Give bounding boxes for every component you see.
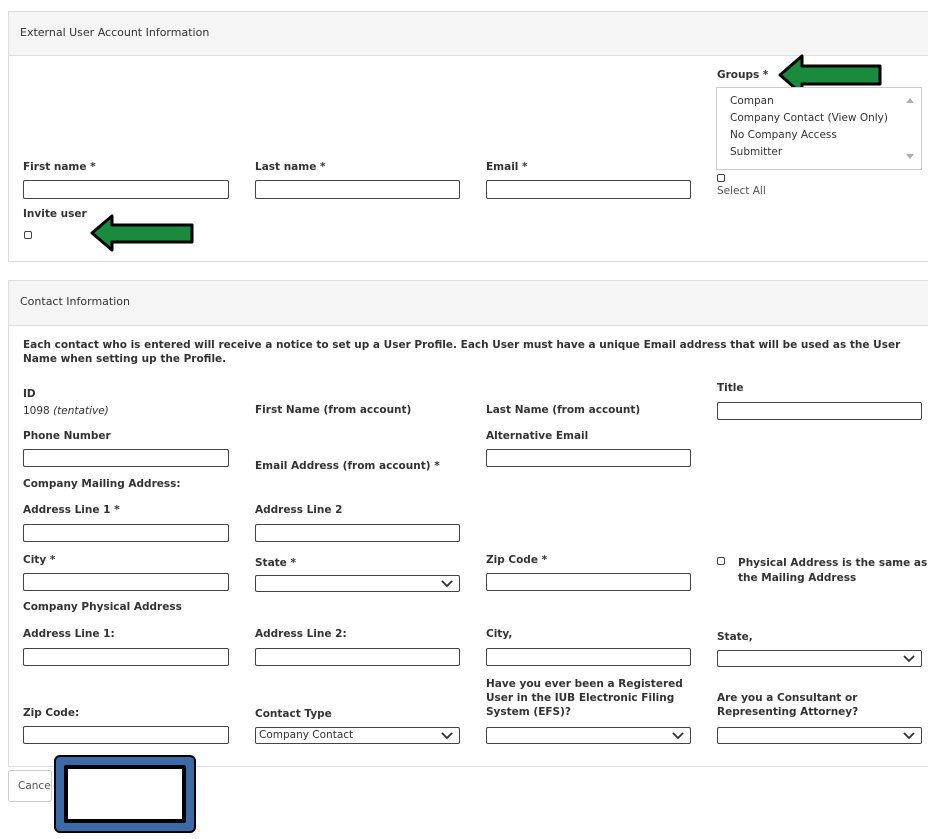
mail-address-line2-label: Address Line 2 bbox=[255, 504, 343, 516]
alt-email-label: Alternative Email bbox=[486, 430, 589, 442]
mail-address-line2-input[interactable] bbox=[255, 524, 460, 542]
zip-input[interactable] bbox=[486, 573, 691, 591]
mail-address-line1-label: Address Line 1 * bbox=[23, 504, 120, 516]
contact-type-label: Contact Type bbox=[255, 708, 332, 720]
contact-panel-title: Contact Information bbox=[20, 295, 130, 308]
mail-address-line1-input[interactable] bbox=[23, 524, 229, 542]
state-label: State * bbox=[255, 557, 296, 569]
state-select[interactable] bbox=[255, 575, 460, 592]
scroll-up-icon[interactable] bbox=[906, 98, 914, 103]
phys-state-select[interactable] bbox=[717, 650, 922, 667]
last-name-input[interactable] bbox=[255, 180, 460, 199]
efs-select[interactable] bbox=[486, 727, 691, 744]
id-note: (tentative) bbox=[53, 405, 109, 417]
phys-address-line1-input[interactable] bbox=[23, 648, 229, 666]
contact-panel-header: Contact Information bbox=[9, 281, 928, 326]
chevron-down-icon bbox=[672, 732, 684, 740]
phys-state-label: State, bbox=[717, 631, 753, 643]
city-input[interactable] bbox=[23, 573, 229, 591]
chevron-down-icon bbox=[903, 732, 915, 740]
phys-city-label: City, bbox=[486, 628, 513, 640]
title-input[interactable] bbox=[717, 402, 922, 420]
phys-address-line1-label: Address Line 1: bbox=[23, 628, 115, 640]
physical-same-label-line1: Physical Address is the same as bbox=[738, 557, 928, 569]
id-label: ID bbox=[23, 388, 36, 400]
physical-same-label-line2: the Mailing Address bbox=[738, 572, 857, 584]
mailing-address-heading: Company Mailing Address: bbox=[23, 478, 181, 490]
select-all-label: Select All bbox=[717, 185, 766, 197]
highlight-inner-blank bbox=[68, 769, 182, 819]
phys-zip-input[interactable] bbox=[23, 726, 229, 744]
city-label: City * bbox=[23, 554, 56, 566]
chevron-down-icon bbox=[441, 732, 453, 740]
groups-listbox[interactable]: Compan Company Contact (View Only) No Co… bbox=[716, 87, 922, 170]
consultant-label-line2: Representing Attorney? bbox=[717, 706, 859, 718]
zip-label: Zip Code * bbox=[486, 554, 548, 566]
phys-address-line2-label: Address Line 2: bbox=[255, 628, 347, 640]
physical-same-checkbox[interactable] bbox=[717, 557, 725, 565]
alt-email-input[interactable] bbox=[486, 449, 691, 467]
groups-option[interactable]: Submitter bbox=[730, 146, 782, 158]
contact-type-value: Company Contact bbox=[259, 729, 354, 741]
invite-user-label: Invite user bbox=[23, 208, 87, 220]
chevron-down-icon bbox=[441, 580, 453, 588]
groups-option[interactable]: Compan bbox=[730, 95, 774, 107]
phys-city-input[interactable] bbox=[486, 648, 691, 666]
physical-address-heading: Company Physical Address bbox=[23, 601, 182, 613]
phys-zip-label: Zip Code: bbox=[23, 707, 80, 719]
cancel-button-label: Cance bbox=[18, 780, 51, 792]
chevron-down-icon bbox=[903, 655, 915, 663]
annotation-arrow-invite-icon bbox=[90, 214, 194, 252]
title-label: Title bbox=[717, 382, 744, 394]
last-name-label: Last name * bbox=[255, 161, 326, 173]
contact-type-select[interactable]: Company Contact bbox=[255, 727, 460, 744]
efs-label-line3: System (EFS)? bbox=[486, 706, 571, 718]
contact-notice: Each contact who is entered will receive… bbox=[23, 339, 901, 365]
id-number: 1098 bbox=[23, 405, 50, 417]
efs-label-line2: User in the IUB Electronic Filing bbox=[486, 692, 675, 704]
highlight-inner-frame bbox=[64, 765, 186, 823]
first-name-from-account-label: First Name (from account) bbox=[255, 404, 412, 416]
phone-label: Phone Number bbox=[23, 430, 111, 442]
select-all-checkbox[interactable] bbox=[717, 174, 725, 182]
scroll-down-icon[interactable] bbox=[906, 154, 914, 159]
account-panel-header: External User Account Information bbox=[9, 12, 928, 56]
id-value: 1098 (tentative) bbox=[23, 405, 109, 417]
phys-address-line2-input[interactable] bbox=[255, 648, 460, 666]
consultant-label-line1: Are you a Consultant or bbox=[717, 692, 858, 704]
first-name-label: First name * bbox=[23, 161, 96, 173]
account-panel-title: External User Account Information bbox=[20, 26, 210, 39]
last-name-from-account-label: Last Name (from account) bbox=[486, 404, 641, 416]
annotation-highlight-box bbox=[54, 755, 196, 833]
email-label: Email * bbox=[486, 161, 528, 173]
phone-input[interactable] bbox=[23, 449, 229, 467]
cancel-button[interactable]: Cance bbox=[8, 770, 52, 802]
first-name-input[interactable] bbox=[23, 180, 229, 199]
email-input[interactable] bbox=[486, 180, 691, 199]
email-from-account-label: Email Address (from account) * bbox=[255, 460, 440, 472]
groups-option[interactable]: No Company Access bbox=[730, 129, 837, 141]
invite-user-checkbox[interactable] bbox=[24, 231, 32, 239]
efs-label-line1: Have you ever been a Registered bbox=[486, 678, 683, 690]
groups-option[interactable]: Company Contact (View Only) bbox=[730, 112, 888, 124]
consultant-select[interactable] bbox=[717, 727, 922, 744]
groups-label: Groups * bbox=[717, 69, 769, 81]
